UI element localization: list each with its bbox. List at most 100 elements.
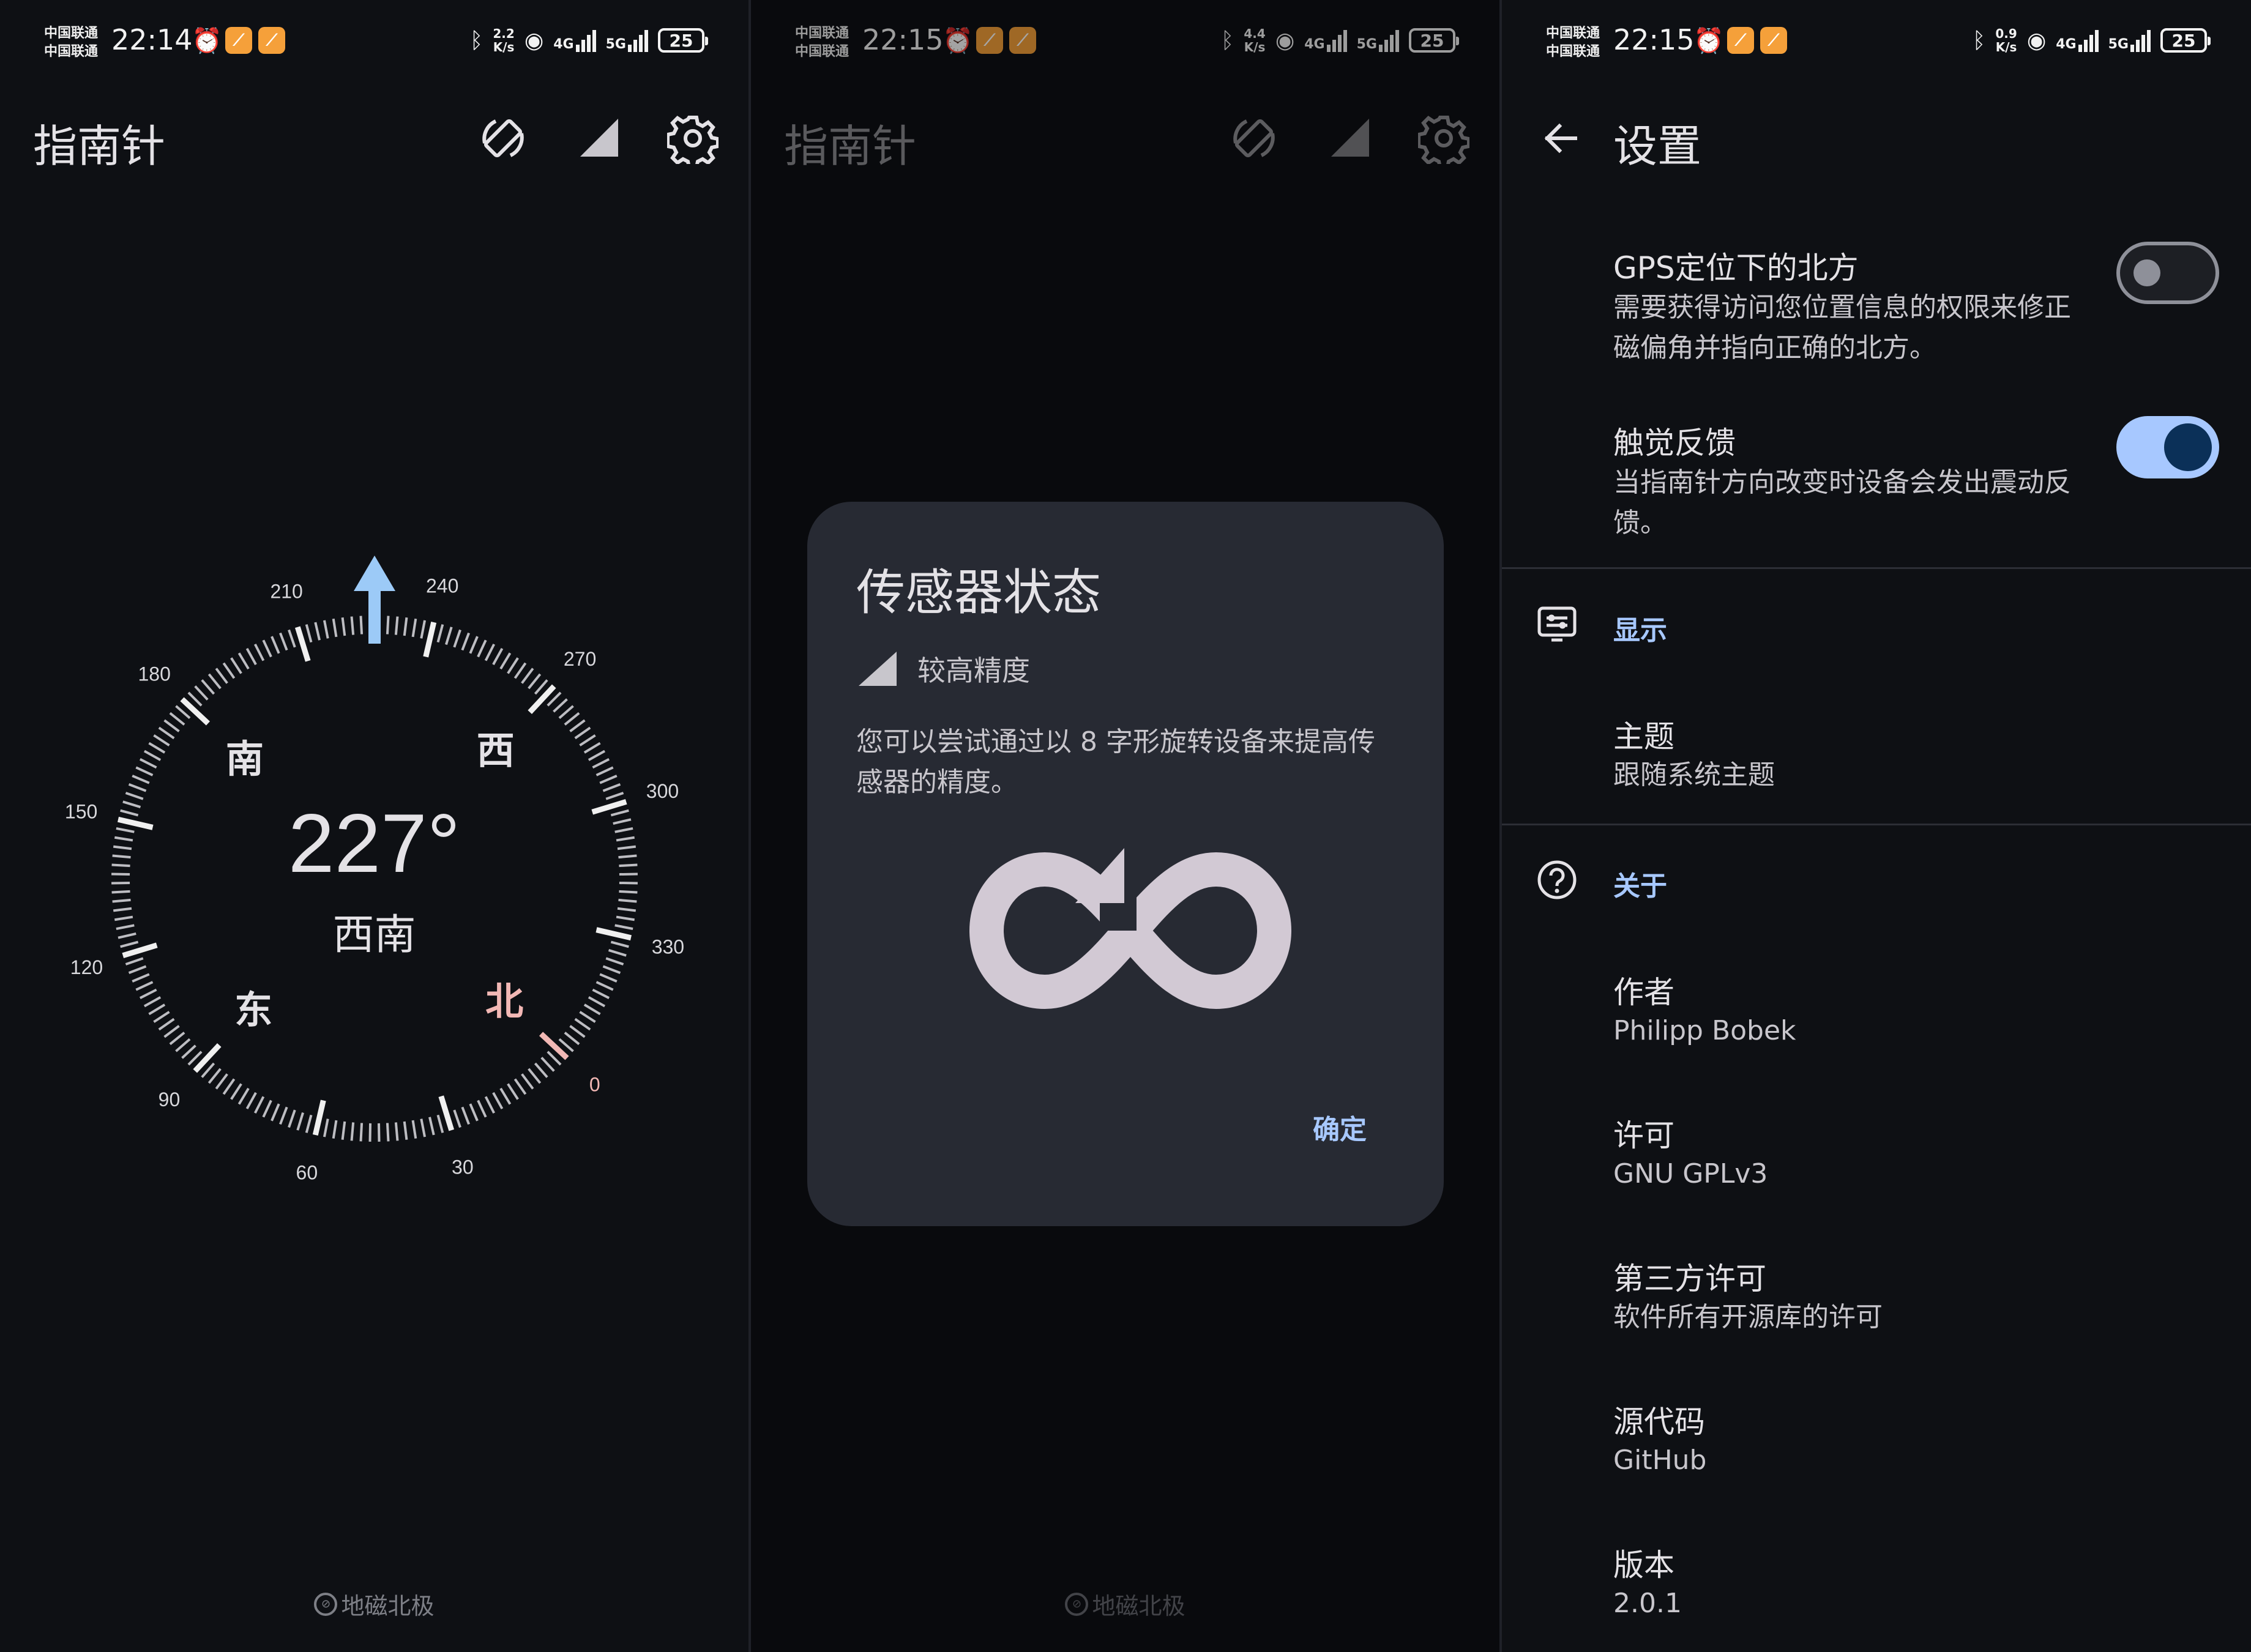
degree-label: 30 <box>452 1156 474 1178</box>
minor-tick <box>599 775 618 784</box>
third-party-value: 软件所有开源库的许可 <box>1613 1301 1883 1333</box>
theme-value: 跟随系统主题 <box>1613 759 1775 791</box>
minor-tick <box>411 1120 417 1139</box>
source-code-title: 源代码 <box>1613 1404 1705 1440</box>
minor-tick <box>564 1032 580 1046</box>
minor-tick <box>359 616 364 634</box>
figure-eight-rotate-icon <box>969 848 1292 1010</box>
minor-tick <box>461 1106 470 1125</box>
minor-tick <box>135 981 154 991</box>
minor-tick <box>574 726 591 740</box>
minor-tick <box>592 758 610 769</box>
minor-tick <box>237 1087 250 1105</box>
minor-tick <box>599 973 618 983</box>
signal-5g: 5G <box>2108 29 2151 52</box>
minor-tick <box>132 973 150 983</box>
minor-tick <box>341 617 346 636</box>
source-code-value: GitHub <box>1613 1445 1707 1476</box>
minor-tick <box>403 1121 408 1140</box>
confirm-button[interactable]: 确定 <box>1313 1107 1367 1147</box>
dialog-message: 您可以尝试通过以 8 字形旋转设备来提高传感器的精度。 <box>856 726 1375 798</box>
status-bar: 中国联通 中国联通 22:15 ⏰ ⟋ ⟋ ᛒ 0.9 K/s ◉ 4G 5G … <box>1502 0 2251 86</box>
toggle-knob <box>2133 259 2160 286</box>
app-notification-icon: ⟋ <box>1727 27 1754 54</box>
section-divider <box>1502 567 2251 569</box>
minor-tick <box>207 1068 222 1084</box>
degree-label: 240 <box>426 575 458 597</box>
status-time: 22:15 <box>1613 23 1695 56</box>
app-notification-icon: ⟋ <box>1760 27 1787 54</box>
heading-arrow-shaft <box>368 589 381 644</box>
minor-tick <box>574 1018 591 1031</box>
minor-tick <box>553 698 568 713</box>
minor-tick <box>262 1099 272 1118</box>
minor-tick <box>175 1038 191 1052</box>
minor-tick <box>619 890 638 894</box>
gps-north-subtitle: 需要获得访问您位置信息的权限来修正磁偏角并指向正确的北方。 <box>1613 292 2071 363</box>
settings-title: 设置 <box>1613 121 1702 172</box>
minor-tick <box>534 1062 548 1078</box>
major-tick <box>294 626 311 662</box>
gps-north-title: GPS定位下的北方 <box>1613 250 1859 286</box>
minor-tick <box>528 1068 542 1084</box>
minor-tick <box>540 1057 555 1072</box>
minor-tick <box>595 766 614 776</box>
minor-tick <box>288 629 296 648</box>
major-tick <box>312 1099 326 1136</box>
cardinal-label: 南 <box>226 737 264 781</box>
minor-tick <box>569 1025 586 1038</box>
degree-label: 0 <box>589 1074 600 1096</box>
toggle-knob <box>2164 423 2212 471</box>
license-value: GNU GPLv3 <box>1613 1158 1768 1189</box>
minor-tick <box>583 742 601 754</box>
cardinal-label: 东 <box>234 988 272 1032</box>
minor-tick <box>558 705 574 720</box>
minor-tick <box>163 1025 180 1038</box>
minor-tick <box>230 1083 242 1100</box>
minor-tick <box>453 629 461 648</box>
minor-tick <box>323 1118 329 1137</box>
minor-tick <box>148 1003 166 1016</box>
minor-tick <box>271 636 280 654</box>
minor-tick <box>579 1011 596 1023</box>
haptic-toggle[interactable] <box>2116 416 2219 478</box>
major-tick <box>528 684 556 715</box>
minor-tick <box>477 639 487 658</box>
gps-north-toggle[interactable] <box>2116 242 2219 304</box>
heading-direction: 西南 <box>332 911 416 959</box>
degree-label: 60 <box>296 1161 318 1183</box>
author-title: 作者 <box>1613 975 1674 1010</box>
sensor-status-dialog: 传感器状态 较高精度 您可以尝试通过以 8 字形旋转设备来提高传感器的精度。 确… <box>807 502 1444 1226</box>
minor-tick <box>148 742 166 754</box>
heading-arrow-icon <box>354 556 395 591</box>
degree-label: 270 <box>564 648 596 670</box>
back-arrow-icon[interactable] <box>1536 114 1585 163</box>
minor-tick <box>484 1096 495 1114</box>
minor-tick <box>111 890 130 894</box>
notification-icons: ⏰ ⟋ ⟋ <box>1693 26 1787 55</box>
accuracy-label: 较高精度 <box>917 654 1030 687</box>
network-speed: 0.9 K/s <box>1995 26 2017 54</box>
minor-tick <box>230 657 242 674</box>
bluetooth-icon: ᛒ <box>1972 28 1986 53</box>
alarm-icon: ⏰ <box>1693 26 1724 55</box>
north-reference-label[interactable]: ⊘ 地磁北极 <box>0 1587 748 1621</box>
minor-tick <box>158 726 175 740</box>
dialog-title: 传感器状态 <box>856 564 1101 621</box>
minor-tick <box>135 766 154 776</box>
about-section-label: 关于 <box>1613 871 1667 902</box>
degree-label: 210 <box>270 580 302 602</box>
minor-tick <box>569 719 586 732</box>
version-title: 版本 <box>1613 1547 1674 1583</box>
minor-tick <box>436 1114 444 1133</box>
minor-tick <box>436 624 444 643</box>
minor-tick <box>169 1032 185 1046</box>
minor-tick <box>602 783 621 792</box>
minor-tick <box>279 1106 288 1125</box>
battery-icon: 25 <box>2160 28 2211 53</box>
accuracy-row: 较高精度 <box>856 649 1030 689</box>
minor-tick <box>461 632 470 651</box>
minor-tick <box>332 1120 338 1139</box>
display-section-label: 显示 <box>1613 615 1667 646</box>
minor-tick <box>143 996 162 1008</box>
